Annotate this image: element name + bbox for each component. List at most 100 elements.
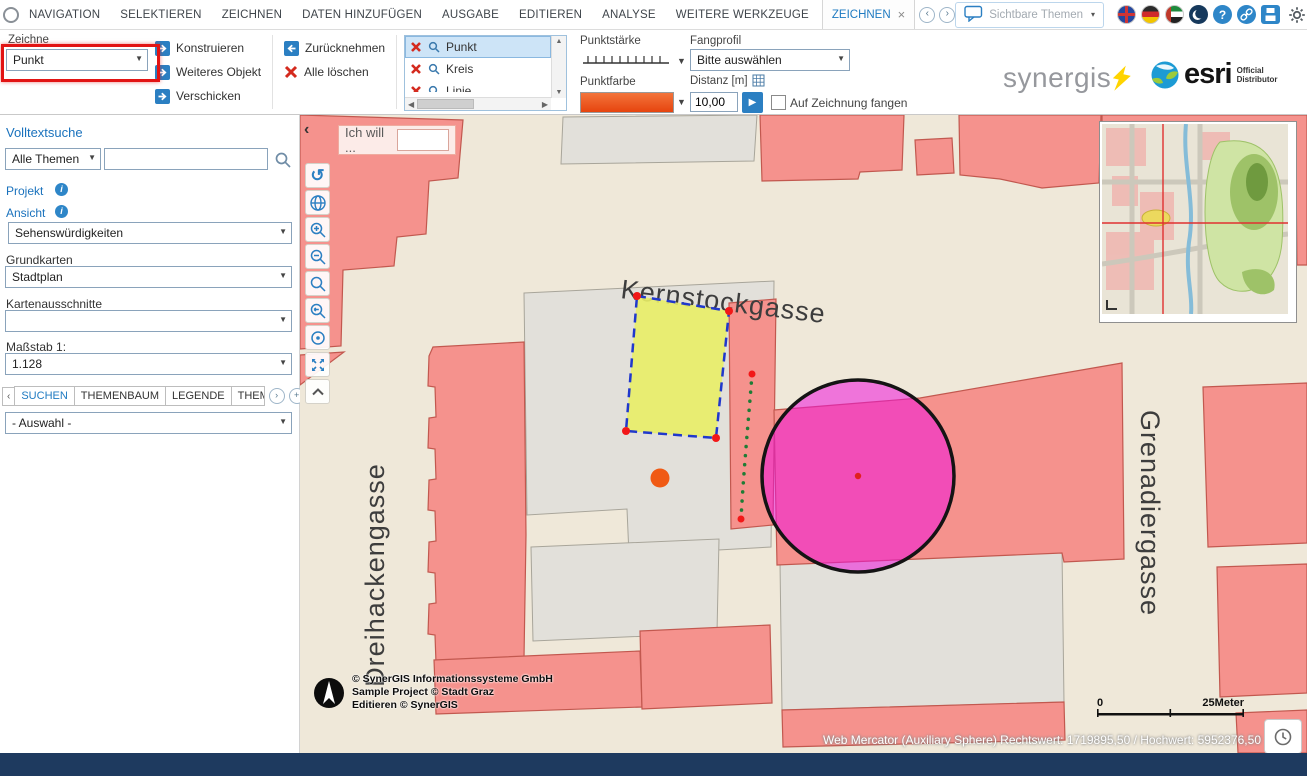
zoom-in-button[interactable] (305, 217, 330, 242)
line-style-preview[interactable] (580, 52, 672, 68)
toolbar-collapse-button[interactable] (305, 379, 330, 404)
snap-checkbox[interactable] (771, 95, 786, 110)
tabs-overflow-button[interactable]: › (269, 388, 285, 404)
auswahl-dropdown[interactable]: - Auswahl - ▼ (5, 412, 292, 434)
tab-zeichnen-active[interactable]: ZEICHNEN × (822, 0, 915, 29)
tabs-scroll-left-button[interactable]: ‹ (2, 387, 15, 406)
language-arabic-icon[interactable] (1165, 5, 1184, 24)
collapse-sidebar-button[interactable]: ‹ (304, 121, 309, 139)
scrollbar-thumb[interactable] (417, 99, 474, 109)
point-color-swatch[interactable] (580, 92, 674, 113)
menu-item-selektieren[interactable]: SELEKTIEREN (110, 9, 211, 21)
drawn-circle[interactable] (762, 380, 954, 572)
visible-themes-dropdown[interactable]: Sichtbare Themen ▾ (955, 2, 1104, 28)
scale-max-label: 25Meter (1202, 697, 1244, 709)
alle-loeschen-button[interactable]: Alle löschen (284, 63, 369, 81)
language-german-icon[interactable] (1141, 5, 1160, 24)
tab-scroll-right-button[interactable]: › (939, 7, 955, 23)
ich-will-input[interactable] (397, 129, 449, 151)
menu-item-daten-hinzufuegen[interactable]: DATEN HINZUFÜGEN (292, 9, 432, 21)
verschicken-button[interactable]: Verschicken (155, 87, 241, 105)
projekt-label[interactable]: Projekt (6, 184, 43, 198)
fulltext-search-input[interactable] (104, 148, 268, 170)
drawn-point[interactable] (651, 469, 670, 488)
fangprofil-dropdown[interactable]: Bitte auswählen ▼ (690, 49, 850, 71)
scroll-left-icon[interactable]: ◀ (408, 100, 414, 109)
refresh-button[interactable]: ↺ (305, 163, 330, 188)
distanz-label: Distanz [m] (690, 75, 748, 87)
ansicht-label[interactable]: Ansicht (6, 206, 45, 220)
magnifier-icon (428, 85, 440, 92)
ansicht-info-icon[interactable]: i (55, 205, 68, 218)
grundkarten-dropdown[interactable]: Stadtplan ▼ (5, 266, 292, 288)
overview-map[interactable] (1099, 121, 1297, 323)
list-item-kreis[interactable]: Kreis (405, 58, 551, 80)
zoom-window-button[interactable] (305, 271, 330, 296)
color-dropdown-icon[interactable]: ▼ (677, 98, 686, 107)
chevron-down-icon: ▾ (1091, 10, 1095, 19)
theme-filter-dropdown[interactable]: Alle Themen ▼ (5, 148, 101, 170)
drawn-polygon[interactable] (622, 292, 733, 442)
tab-scroll-left-button[interactable]: ‹ (919, 7, 935, 23)
tab-themenbaum[interactable]: THEMENBAUM (74, 386, 166, 406)
scroll-up-icon[interactable]: ▲ (556, 38, 563, 45)
menu-item-weitere-werkzeuge[interactable]: WEITERE WERKZEUGE (666, 9, 819, 21)
status-coordinates: Web Mercator (Auxiliary Sphere) Rechtswe… (823, 733, 1261, 747)
search-icon[interactable] (274, 151, 292, 169)
overview-map-image (1102, 124, 1288, 314)
sidebar: Volltextsuche Alle Themen ▼ Projekt i An… (0, 115, 300, 753)
zuruecknehmen-button[interactable]: Zurücknehmen (284, 39, 385, 57)
distanz-input[interactable] (690, 92, 738, 112)
grid-table-icon[interactable] (752, 74, 765, 87)
menu-item-navigation[interactable]: NAVIGATION (19, 9, 110, 21)
list-item-linie[interactable]: Linie (405, 80, 551, 92)
tab-themen-clipped[interactable]: THEM (231, 386, 265, 406)
horizontal-scrollbar[interactable]: ◀ ▶ (405, 97, 551, 110)
kartenausschnitte-label: Kartenausschnitte (6, 297, 102, 311)
massstab-dropdown[interactable]: 1.128 ▼ (5, 353, 292, 375)
scroll-right-icon[interactable]: ▶ (542, 100, 548, 109)
volltextsuche-link[interactable]: Volltextsuche (6, 125, 83, 140)
help-icon[interactable]: ? (1213, 5, 1232, 24)
share-link-icon[interactable] (1237, 5, 1256, 24)
menu-item-editieren[interactable]: EDITIEREN (509, 9, 592, 21)
full-extent-button[interactable] (305, 352, 330, 377)
list-item-punkt[interactable]: Punkt (405, 36, 551, 58)
line-style-dropdown-icon[interactable]: ▼ (677, 57, 686, 66)
vertical-scrollbar[interactable]: ▲ ▼ (551, 36, 566, 98)
map-canvas[interactable]: Kernstockgasse Dreihackengasse Grenadier… (300, 115, 1307, 753)
menu-item-ausgabe[interactable]: AUSGABE (432, 9, 509, 21)
close-tab-icon[interactable]: × (898, 8, 906, 21)
menu-item-analyse[interactable]: ANALYSE (592, 9, 666, 21)
red-x-icon (410, 41, 422, 53)
ribbon-separator (396, 35, 397, 109)
app-icon (3, 7, 19, 23)
ich-will-box[interactable]: Ich will ... (338, 125, 456, 155)
blue-arrow-icon (155, 89, 170, 104)
apply-distance-button[interactable]: ▶ (742, 92, 763, 113)
massstab-label: Maßstab 1: (6, 340, 66, 354)
dark-mode-moon-icon[interactable] (1189, 5, 1208, 24)
chevron-down-icon: ▼ (279, 418, 287, 426)
chevron-down-icon: ▼ (279, 228, 287, 236)
save-icon[interactable] (1261, 5, 1280, 24)
menu-item-zeichnen[interactable]: ZEICHNEN (212, 9, 292, 21)
language-english-icon[interactable] (1117, 5, 1136, 24)
fangprofil-label: Fangprofil (690, 35, 741, 47)
zeichne-dropdown[interactable]: Punkt ▼ (6, 49, 148, 71)
center-map-button[interactable] (305, 325, 330, 350)
history-clock-button[interactable] (1264, 719, 1302, 753)
konstruieren-button[interactable]: Konstruieren (155, 39, 244, 57)
projekt-info-icon[interactable]: i (55, 183, 68, 196)
settings-gear-button[interactable]: ▾ (1288, 6, 1307, 24)
zoom-previous-button[interactable] (305, 298, 330, 323)
zoom-window-icon (309, 275, 327, 293)
zoom-out-button[interactable] (305, 244, 330, 269)
ansicht-dropdown[interactable]: Sehenswürdigkeiten ▼ (8, 222, 292, 244)
overview-globe-button[interactable] (305, 190, 330, 215)
tab-legende[interactable]: LEGENDE (165, 386, 232, 406)
kartenausschnitte-dropdown[interactable]: ▼ (5, 310, 292, 332)
weiteres-objekt-button[interactable]: Weiteres Objekt (155, 63, 261, 81)
tab-suchen[interactable]: SUCHEN (14, 386, 74, 406)
scroll-down-icon[interactable]: ▼ (556, 89, 563, 96)
